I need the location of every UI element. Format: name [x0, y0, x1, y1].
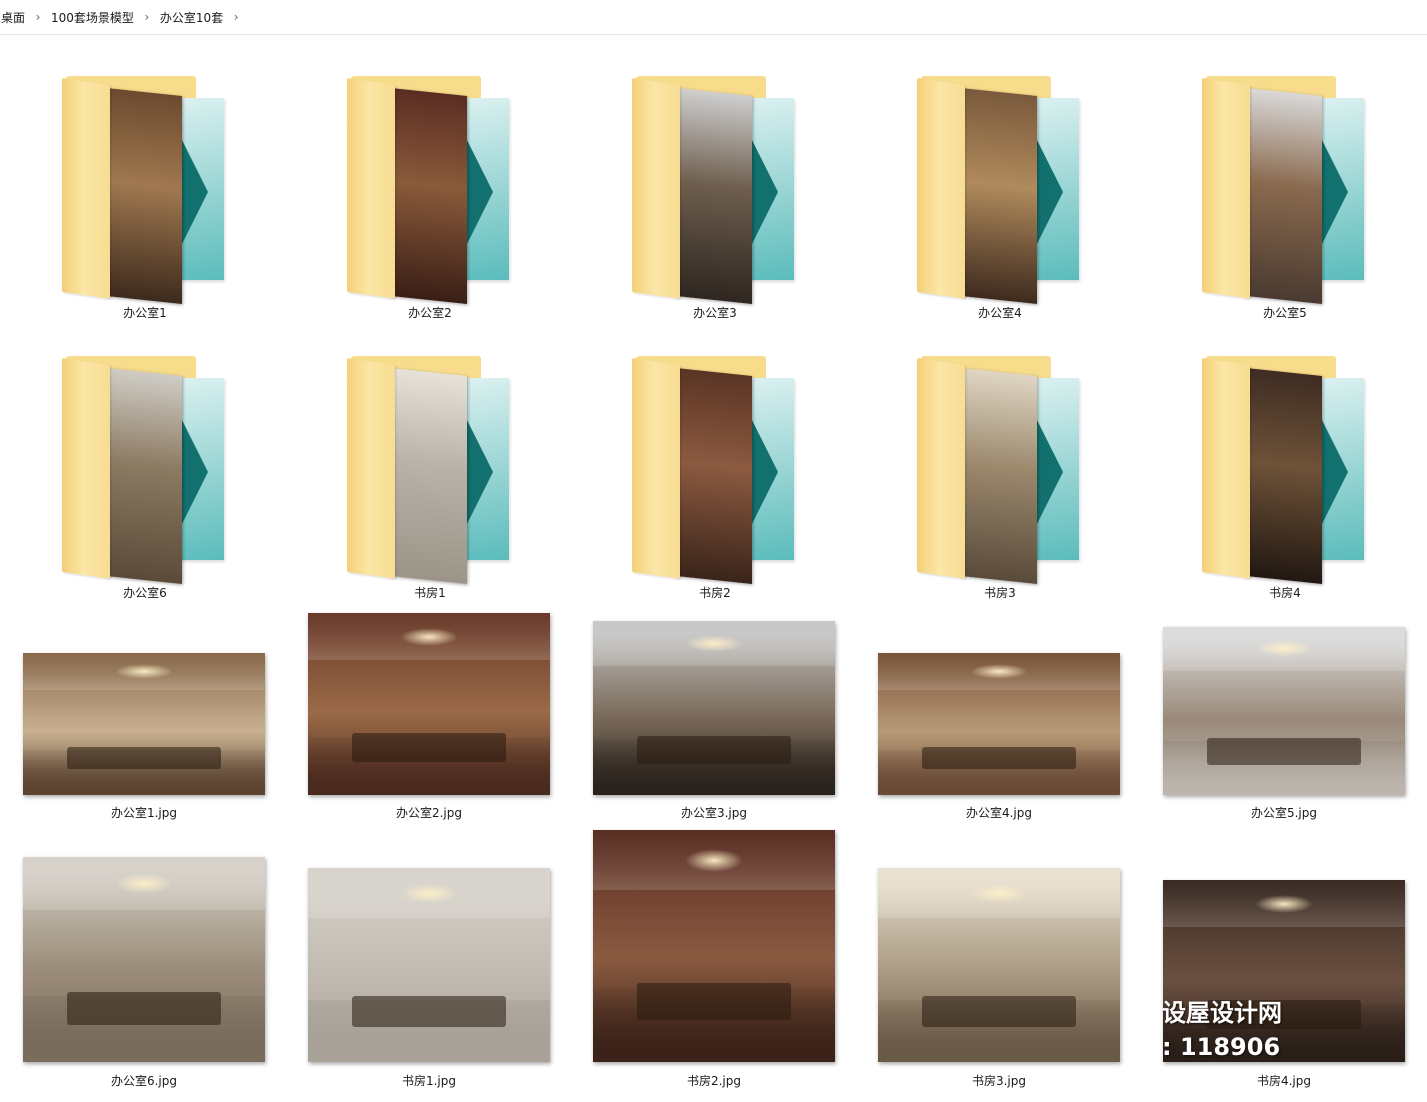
folder-item[interactable]: 办公室6 [14, 350, 276, 600]
breadcrumb: 桌面 › 100套场景模型 › 办公室10套 › [0, 0, 1427, 35]
image-file-name: 书房4.jpg [1256, 1074, 1312, 1088]
folder-item[interactable]: 办公室3 [584, 70, 846, 320]
folder-name: 书房4 [1269, 586, 1301, 600]
breadcrumb-item-scene-models[interactable]: 100套场景模型 [47, 9, 138, 26]
image-thumbnail[interactable] [878, 653, 1120, 795]
image-thumbnail[interactable] [308, 868, 550, 1062]
folder-item[interactable]: 办公室2 [299, 70, 561, 320]
image-file-name: 办公室3.jpg [680, 806, 748, 820]
image-thumbnail[interactable] [23, 653, 265, 795]
image-thumbnail[interactable] [23, 857, 265, 1062]
folder-item[interactable]: 书房1 [299, 350, 561, 600]
folder-item[interactable]: 书房3 [869, 350, 1131, 600]
image-file-name: 书房2.jpg [686, 1074, 742, 1088]
folder-icon [917, 356, 1089, 584]
chevron-right-icon[interactable]: › [227, 10, 245, 24]
folder-preview-image [961, 368, 1037, 584]
folder-item[interactable]: 办公室4 [869, 70, 1131, 320]
image-file-name: 办公室1.jpg [110, 806, 178, 820]
folder-icon [347, 76, 519, 304]
folder-item[interactable]: 办公室1 [14, 70, 276, 320]
breadcrumb-item-desktop[interactable]: 桌面 [0, 9, 29, 26]
chevron-right-icon[interactable]: › [29, 10, 47, 24]
folder-icon [1202, 356, 1374, 584]
folder-icon [632, 356, 804, 584]
folder-preview-image [1246, 368, 1322, 584]
watermark-line-1: 设屋设计网 [1162, 999, 1282, 1027]
folder-preview-image [1246, 88, 1322, 304]
folder-preview-image [391, 368, 467, 584]
image-thumbnail[interactable] [593, 830, 835, 1062]
folder-name: 书房1 [414, 586, 446, 600]
image-thumbnail[interactable] [878, 868, 1120, 1062]
folder-item[interactable]: 办公室5 [1154, 70, 1416, 320]
folder-name: 书房2 [699, 586, 731, 600]
folder-name: 办公室3 [693, 306, 737, 320]
folder-icon [1202, 76, 1374, 304]
image-thumbnail[interactable] [593, 621, 835, 795]
folder-preview-image [391, 88, 467, 304]
folder-preview-image [106, 88, 182, 304]
folder-icon [62, 356, 234, 584]
folder-icon [632, 76, 804, 304]
folder-name: 办公室6 [123, 586, 167, 600]
image-file-name: 办公室5.jpg [1250, 806, 1318, 820]
image-file-name: 书房1.jpg [401, 1074, 457, 1088]
folder-name: 办公室5 [1263, 306, 1307, 320]
chevron-right-icon[interactable]: › [138, 10, 156, 24]
file-explorer-window: 桌面 › 100套场景模型 › 办公室10套 › 办公室1 办公室2 办公室3 办公室… [0, 0, 1427, 1102]
folder-icon [62, 76, 234, 304]
image-thumbnail[interactable] [1163, 627, 1405, 795]
folder-name: 书房3 [984, 586, 1016, 600]
folder-preview-image [106, 368, 182, 584]
breadcrumb-item-office-set[interactable]: 办公室10套 [156, 9, 227, 26]
watermark-line-2: : 118906 [1162, 1033, 1281, 1061]
folder-item[interactable]: 书房2 [584, 350, 846, 600]
image-file-name: 办公室6.jpg [110, 1074, 178, 1088]
folder-preview-image [676, 368, 752, 584]
image-file-name: 书房3.jpg [971, 1074, 1027, 1088]
folder-name: 办公室2 [408, 306, 452, 320]
image-file-name: 办公室2.jpg [395, 806, 463, 820]
image-thumbnail[interactable] [308, 613, 550, 795]
folder-item[interactable]: 书房4 [1154, 350, 1416, 600]
watermark: 设屋设计网 : 118906 [1162, 996, 1282, 1064]
folder-name: 办公室1 [123, 306, 167, 320]
folder-name: 办公室4 [978, 306, 1022, 320]
folder-icon [347, 356, 519, 584]
folder-preview-image [676, 88, 752, 304]
folder-icon [917, 76, 1089, 304]
image-file-name: 办公室4.jpg [965, 806, 1033, 820]
folder-preview-image [961, 88, 1037, 304]
